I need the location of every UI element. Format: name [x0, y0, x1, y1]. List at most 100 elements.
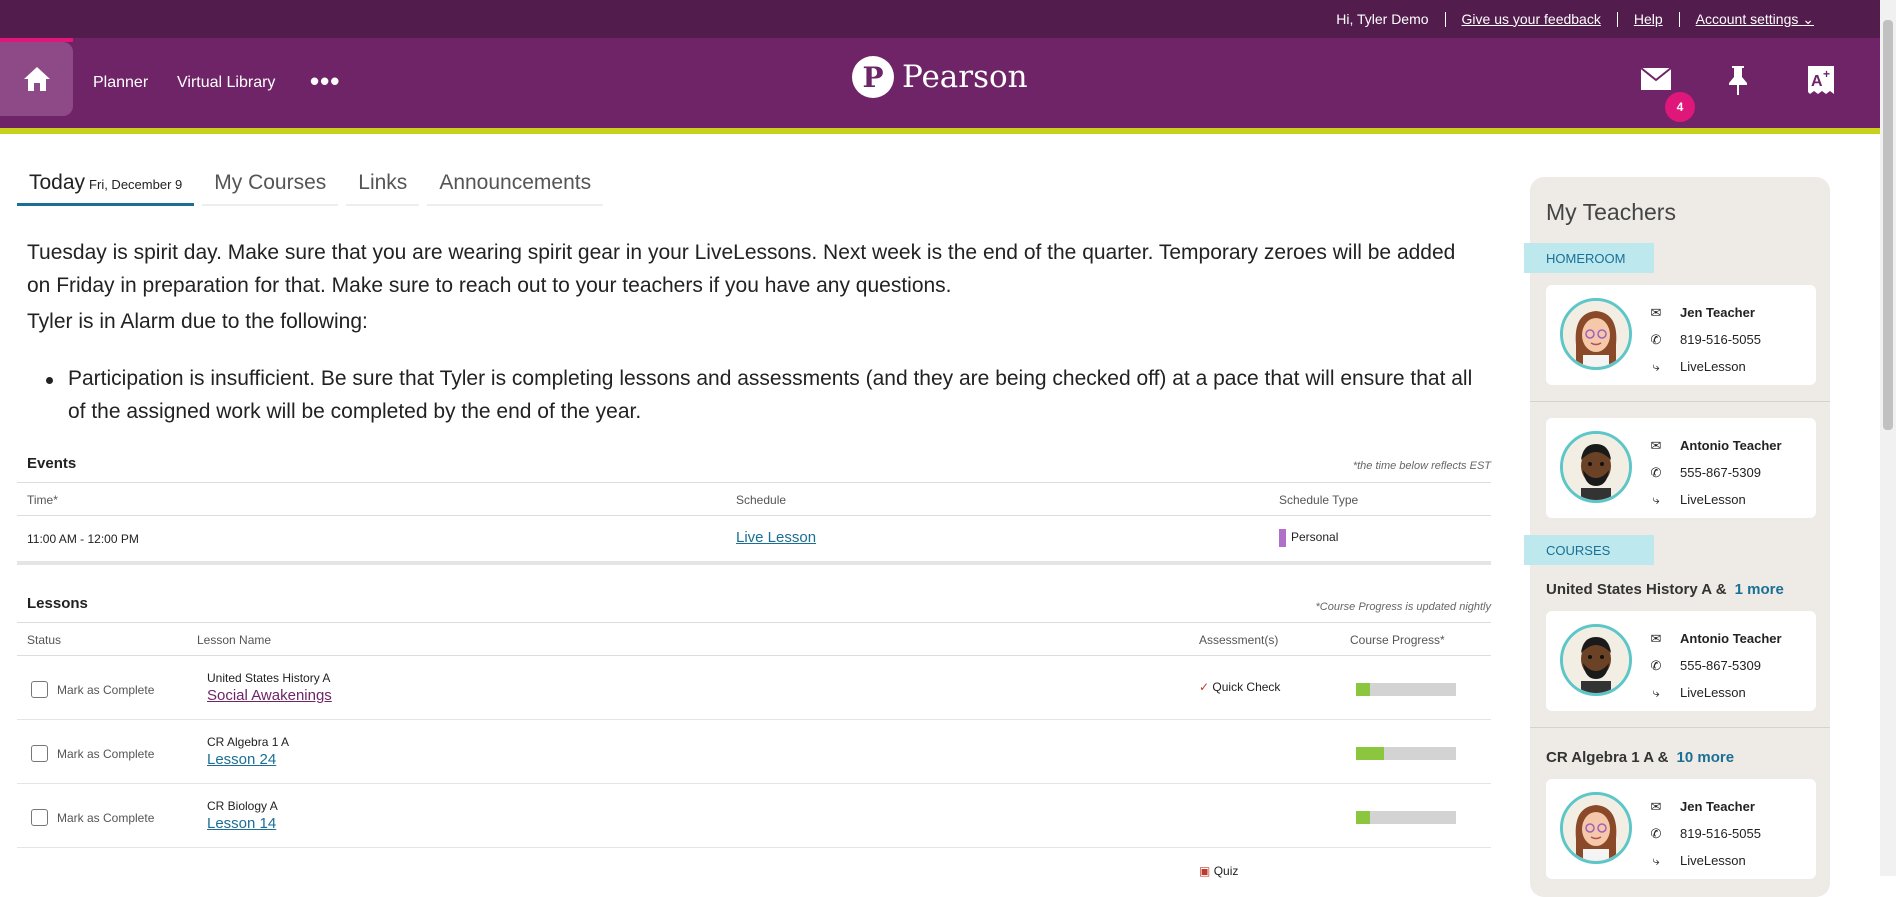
- nav-planner[interactable]: Planner: [93, 74, 148, 92]
- svg-text:A: A: [1811, 73, 1823, 90]
- teacher-card: ✉ Jen Teacher ✆ 819-516-5055 ⤷ LiveLesson: [1546, 285, 1816, 385]
- col-status: Status: [27, 633, 62, 647]
- col-assessments: Assessment(s): [1199, 633, 1279, 647]
- mark-complete-checkbox[interactable]: [31, 809, 48, 826]
- more-menu-icon[interactable]: •••: [310, 66, 340, 97]
- event-row: 11:00 AM - 12:00 PM Live Lesson Personal: [17, 515, 1491, 565]
- my-teachers-title: My Teachers: [1546, 199, 1676, 225]
- nav-virtual-library[interactable]: Virtual Library: [177, 74, 275, 92]
- mail-icon[interactable]: ✉: [1646, 625, 1666, 652]
- my-teachers-panel: My Teachers HOMEROOM ✉ Jen Teacher ✆ 819-5…: [1524, 177, 1830, 897]
- course-progress-bar: [1356, 747, 1456, 760]
- teacher-phone: 555-867-5309: [1680, 658, 1761, 673]
- home-button[interactable]: [0, 38, 73, 116]
- scrollbar-thumb[interactable]: [1883, 20, 1893, 430]
- mail-icon: [1640, 67, 1672, 90]
- teacher-phone: 819-516-5055: [1680, 332, 1761, 347]
- lessons-title: Lessons: [27, 595, 88, 612]
- events-note: *the time below reflects EST: [1352, 460, 1491, 472]
- teacher-avatar: [1560, 624, 1632, 696]
- grades-button[interactable]: A +: [1806, 64, 1836, 101]
- page-scrollbar[interactable]: [1880, 0, 1896, 876]
- mail-icon[interactable]: ✉: [1646, 793, 1666, 820]
- tab-links[interactable]: Links: [346, 168, 420, 206]
- teacher-avatar: [1560, 792, 1632, 864]
- schedule-type-color: [1279, 529, 1286, 547]
- mail-icon[interactable]: ✉: [1646, 299, 1666, 326]
- lesson-link[interactable]: Lesson 24: [207, 751, 276, 768]
- teacher-livelesson-link[interactable]: LiveLesson: [1680, 679, 1746, 706]
- course-group-heading: CR Algebra 1 A & 10 more: [1546, 749, 1734, 766]
- mark-complete-label: Mark as Complete: [57, 683, 155, 697]
- tab-today[interactable]: Today Fri, December 9: [17, 168, 195, 206]
- event-schedule-link[interactable]: Live Lesson: [736, 529, 816, 546]
- lesson-row: Mark as Complete United States History A…: [17, 656, 1491, 720]
- accent-stripe: [0, 128, 1880, 134]
- tab-my-courses[interactable]: My Courses: [202, 168, 339, 206]
- event-time: 11:00 AM - 12:00 PM: [27, 532, 139, 546]
- course-group-name: CR Algebra 1 A &: [1546, 749, 1669, 766]
- help-link[interactable]: Help: [1616, 11, 1679, 27]
- lesson-course: United States History A: [207, 671, 331, 685]
- account-settings-menu[interactable]: Account settings ⌄: [1678, 11, 1830, 27]
- today-date: Fri, December 9: [89, 177, 183, 192]
- svg-text:+: +: [1823, 67, 1830, 81]
- col-course-progress: Course Progress*: [1350, 633, 1445, 647]
- phone-icon: ✆: [1650, 332, 1662, 347]
- lessons-note: *Course Progress is updated nightly: [1315, 601, 1491, 613]
- teacher-phone: 555-867-5309: [1680, 465, 1761, 480]
- teacher-card: ✉ Antonio Teacher ✆ 555-867-5309 ⤷ LiveLess…: [1546, 418, 1816, 518]
- grades-icon: A +: [1808, 66, 1834, 94]
- teacher-avatar: [1560, 298, 1632, 370]
- teacher-card: ✉ Antonio Teacher ✆ 555-867-5309 ⤷ LiveLess…: [1546, 611, 1816, 711]
- assessment-label: Quick Check: [1212, 680, 1281, 694]
- events-table-header: Time* Schedule Schedule Type: [17, 482, 1491, 516]
- phone-icon: ✆: [1650, 465, 1662, 480]
- lesson-link[interactable]: Lesson 14: [207, 815, 276, 832]
- col-lesson-name: Lesson Name: [197, 633, 272, 647]
- more-courses-link[interactable]: 1 more: [1735, 581, 1784, 598]
- teacher-name: Jen Teacher: [1680, 799, 1755, 814]
- assessment-link[interactable]: ✓ Quick Check: [1199, 680, 1280, 694]
- pin-button[interactable]: [1726, 64, 1750, 101]
- main-tabs: Today Fri, December 9 My Courses Links An…: [17, 168, 611, 206]
- tab-announcements[interactable]: Announcements: [427, 168, 604, 206]
- pin-icon: [1729, 66, 1747, 95]
- teacher-livelesson-link[interactable]: LiveLesson: [1680, 486, 1746, 513]
- homeroom-label: HOMEROOM: [1524, 243, 1654, 273]
- course-group-heading: United States History A & 1 more: [1546, 581, 1784, 598]
- mark-complete-label: Mark as Complete: [57, 811, 155, 825]
- course-progress-fill: [1356, 747, 1384, 760]
- alarm-text: Tyler is in Alarm due to the following:: [27, 310, 368, 333]
- course-progress-fill: [1356, 683, 1370, 696]
- livelesson-icon: ⤷: [1652, 492, 1660, 507]
- event-type: Personal: [1279, 529, 1338, 547]
- feedback-link[interactable]: Give us your feedback: [1444, 11, 1617, 27]
- teacher-info: ✉ Antonio Teacher ✆ 555-867-5309 ⤷ LiveLess…: [1646, 432, 1782, 513]
- teacher-info: ✉ Antonio Teacher ✆ 555-867-5309 ⤷ LiveLess…: [1646, 625, 1782, 706]
- teacher-name: Jen Teacher: [1680, 305, 1755, 320]
- teacher-livelesson-link[interactable]: LiveLesson: [1680, 847, 1746, 874]
- mail-icon[interactable]: ✉: [1646, 432, 1666, 459]
- tab-today-label: Today: [29, 171, 86, 194]
- teacher-livelesson-link[interactable]: LiveLesson: [1680, 353, 1746, 380]
- lesson-link[interactable]: Social Awakenings: [207, 687, 332, 704]
- mail-button[interactable]: [1640, 66, 1672, 97]
- pearson-logo: P Pearson: [852, 56, 1028, 98]
- alarm-reason: Participation is insufficient. Be sure t…: [44, 362, 1474, 428]
- lesson-course: CR Biology A: [207, 799, 278, 813]
- more-courses-link[interactable]: 10 more: [1677, 749, 1735, 766]
- quick-check-icon: ✓: [1199, 680, 1210, 694]
- livelesson-icon: ⤷: [1652, 359, 1660, 374]
- phone-icon: ✆: [1650, 658, 1662, 673]
- col-schedule-type: Schedule Type: [1279, 493, 1359, 507]
- utility-bar: Hi, Tyler Demo Give us your feedback Hel…: [0, 0, 1880, 38]
- pearson-logo-text: Pearson: [902, 59, 1028, 95]
- mark-complete-checkbox[interactable]: [31, 681, 48, 698]
- col-time: Time*: [27, 493, 58, 507]
- course-progress-bar: [1356, 811, 1456, 824]
- mark-complete-checkbox[interactable]: [31, 745, 48, 762]
- course-progress-bar: [1356, 683, 1456, 696]
- lesson-row: Mark as Complete CR Biology A Lesson 14: [17, 784, 1491, 848]
- teacher-avatar: [1560, 431, 1632, 503]
